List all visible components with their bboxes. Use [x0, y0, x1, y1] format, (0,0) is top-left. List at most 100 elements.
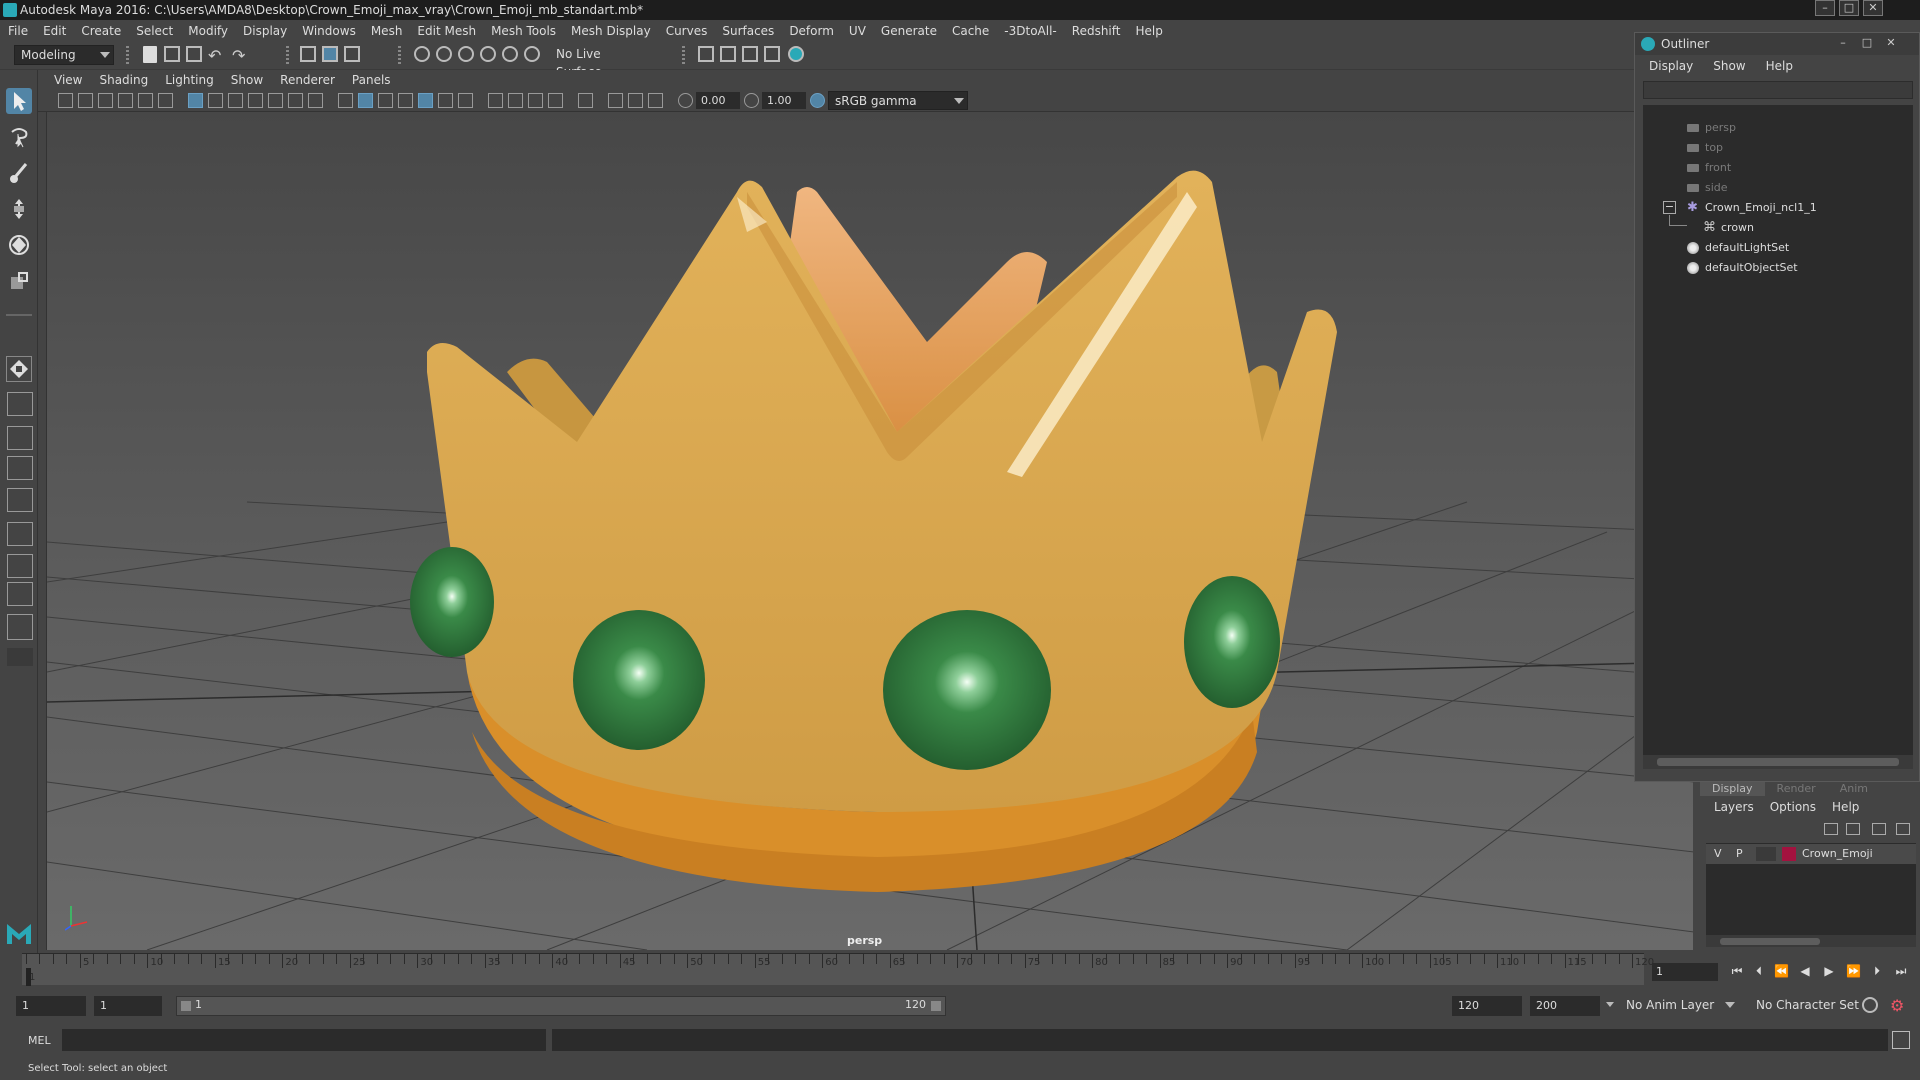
snap-grid-icon[interactable] [414, 46, 430, 62]
outliner-item-crown-group[interactable]: ✱ Crown_Emoji_ncl1_1 [1687, 199, 1817, 217]
command-input[interactable] [62, 1029, 546, 1051]
use-all-lights-icon[interactable] [438, 93, 453, 108]
mode-dropdown[interactable]: Modeling [14, 45, 114, 65]
redo-icon[interactable]: ↷ [232, 46, 250, 65]
playback-start-field[interactable]: 1 [94, 996, 162, 1016]
screen-space-ao-icon[interactable] [488, 93, 503, 108]
layout-two-pane-stacked[interactable] [7, 488, 33, 512]
layer-menu-layers[interactable]: Layers [1714, 800, 1754, 818]
menu-3dtoall[interactable]: -3DtoAll- [1004, 24, 1056, 38]
layout-single-pane[interactable] [7, 392, 33, 416]
new-layer-selected-icon[interactable] [1896, 823, 1910, 835]
play-backwards-icon[interactable]: ◀ [1798, 964, 1812, 978]
open-scene-icon[interactable] [164, 46, 180, 62]
time-slider[interactable]: 1 5 10 15 20 25 30 35 40 45 50 55 60 65 70 75 80 85 90 95 10… [22, 953, 1654, 986]
safe-action-icon[interactable] [288, 93, 303, 108]
menu-uv[interactable]: UV [849, 24, 866, 38]
close-button[interactable]: ✕ [1863, 0, 1883, 16]
range-start-handle[interactable] [181, 1001, 191, 1011]
hypershade-icon[interactable] [788, 46, 804, 62]
step-forward-frame-icon[interactable]: ⏵ [1870, 964, 1884, 978]
current-frame-field[interactable]: 1 [1652, 963, 1718, 981]
resolution-gate-icon[interactable] [228, 93, 243, 108]
layer-menu-help[interactable]: Help [1832, 800, 1859, 818]
tab-render[interactable]: Render [1765, 782, 1828, 796]
grid-toggle-icon[interactable] [188, 93, 203, 108]
outliner-item-defaultlightset[interactable]: defaultLightSet [1687, 239, 1789, 257]
layout-custom[interactable] [7, 614, 33, 640]
select-camera-icon[interactable] [58, 93, 73, 108]
menu-cache[interactable]: Cache [952, 24, 989, 38]
outliner-menu-show[interactable]: Show [1713, 59, 1745, 77]
range-slider[interactable]: 1 120 [176, 996, 946, 1016]
menu-mesh-tools[interactable]: Mesh Tools [491, 24, 556, 38]
lasso-tool[interactable] [6, 124, 32, 150]
menu-select[interactable]: Select [136, 24, 173, 38]
current-time-marker[interactable] [26, 968, 31, 986]
panel-menu-shading[interactable]: Shading [99, 73, 148, 87]
panel-menu-show[interactable]: Show [231, 73, 263, 87]
layout-two-pane-side[interactable] [7, 456, 33, 480]
xray-icon[interactable] [608, 93, 623, 108]
layer-visibility-toggle[interactable]: V [1714, 844, 1722, 864]
playback-end-field[interactable]: 120 [1452, 996, 1522, 1016]
snap-live-icon[interactable] [502, 46, 518, 62]
outliner-menu-display[interactable]: Display [1649, 59, 1693, 77]
menu-edit[interactable]: Edit [43, 24, 66, 38]
isolate-select-icon[interactable] [578, 93, 593, 108]
range-end-handle[interactable] [931, 1001, 941, 1011]
outliner-minimize-button[interactable]: – [1833, 36, 1853, 51]
select-by-object-icon[interactable] [322, 46, 338, 62]
multisample-aa-icon[interactable] [528, 93, 543, 108]
image-plane-icon[interactable] [118, 93, 133, 108]
tab-anim[interactable]: Anim [1828, 782, 1880, 796]
gamma-field[interactable]: 1.00 [762, 92, 806, 109]
new-scene-icon[interactable] [143, 46, 157, 63]
scale-tool[interactable] [6, 268, 32, 294]
wireframe-on-shaded-icon[interactable] [398, 93, 413, 108]
outliner-menu-help[interactable]: Help [1766, 59, 1793, 77]
layout-outliner-persp[interactable] [7, 522, 33, 546]
grease-pencil-icon[interactable] [158, 93, 173, 108]
select-tool[interactable] [6, 88, 32, 114]
menu-windows[interactable]: Windows [302, 24, 356, 38]
menu-create[interactable]: Create [81, 24, 121, 38]
outliner-item-front[interactable]: front [1687, 159, 1731, 177]
menu-curves[interactable]: Curves [666, 24, 708, 38]
menu-file[interactable]: File [8, 24, 28, 38]
scrollbar-thumb[interactable] [1657, 758, 1899, 766]
animation-start-field[interactable]: 1 [16, 996, 86, 1016]
outliner-item-defaultobjectset[interactable]: defaultObjectSet [1687, 259, 1798, 277]
panel-menu-panels[interactable]: Panels [352, 73, 391, 87]
step-back-key-icon[interactable]: ⏪ [1774, 964, 1789, 978]
move-tool[interactable] [6, 196, 32, 222]
motion-blur-icon[interactable] [508, 93, 523, 108]
panel-menu-lighting[interactable]: Lighting [165, 73, 214, 87]
color-management-icon[interactable] [810, 93, 825, 108]
layout-more-button[interactable] [7, 648, 33, 666]
auto-key-icon[interactable] [1862, 997, 1878, 1013]
snap-curve-icon[interactable] [436, 46, 452, 62]
xray-joints-icon[interactable] [628, 93, 643, 108]
smooth-shade-icon[interactable] [358, 93, 373, 108]
script-editor-icon[interactable] [1892, 1031, 1910, 1049]
layer-name[interactable]: Crown_Emoji [1802, 844, 1873, 864]
outliner-maximize-button[interactable]: □ [1857, 36, 1877, 51]
outliner-horizontal-scrollbar[interactable] [1643, 755, 1913, 769]
animation-end-field[interactable]: 200 [1530, 996, 1600, 1016]
render-view-icon[interactable] [764, 46, 780, 62]
play-forwards-icon[interactable]: ▶ [1822, 964, 1836, 978]
layer-menu-options[interactable]: Options [1770, 800, 1816, 818]
exposure-field[interactable]: 0.00 [696, 92, 740, 109]
tab-display[interactable]: Display [1700, 782, 1765, 796]
undo-icon[interactable]: ↶ [208, 46, 226, 65]
wireframe-icon[interactable] [338, 93, 353, 108]
depth-of-field-icon[interactable] [548, 93, 563, 108]
go-to-start-icon[interactable]: ⏮ [1730, 964, 1744, 978]
2d-pan-zoom-icon[interactable] [138, 93, 153, 108]
bookmarks-icon[interactable] [98, 93, 113, 108]
outliner-search-input[interactable] [1643, 81, 1913, 99]
outliner-item-side[interactable]: side [1687, 179, 1728, 197]
show-manipulator-tool[interactable] [6, 356, 32, 382]
perspective-viewport[interactable]: persp [46, 112, 1693, 950]
